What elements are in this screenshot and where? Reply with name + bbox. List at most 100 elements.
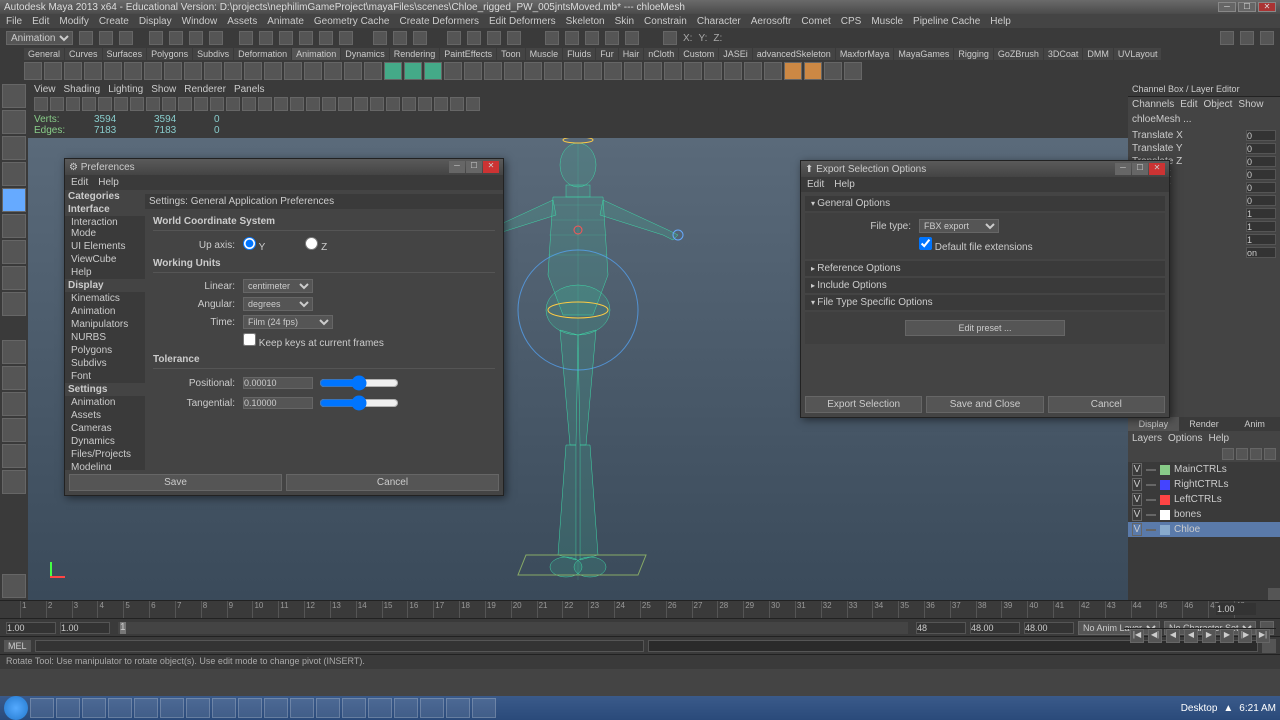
attr-value[interactable] [1246,130,1276,141]
prefs-save-button[interactable]: Save [69,474,282,491]
upaxis-y-radio[interactable]: Y [243,237,265,253]
taskbar-app-icon[interactable] [238,698,262,718]
shelf-icon[interactable] [444,62,462,80]
menu-modify[interactable]: Modify [59,16,88,27]
statusline-icon[interactable] [209,31,223,45]
general-options-section[interactable]: General Options [805,196,1165,211]
vp-icon[interactable] [466,97,480,111]
shelf-tab-polygons[interactable]: Polygons [147,48,192,60]
vp-menu-panels[interactable]: Panels [234,84,265,95]
go-start-button[interactable]: |◀ [1130,629,1144,643]
go-end-button[interactable]: ▶| [1256,629,1270,643]
shelf-tab-fur[interactable]: Fur [596,48,618,60]
range-start[interactable] [6,622,56,634]
prefs-cat-interaction-mode[interactable]: Interaction Mode [65,216,145,240]
vp-icon[interactable] [402,97,416,111]
prefs-cat-nurbs[interactable]: NURBS [65,331,145,344]
shelf-icon[interactable] [164,62,182,80]
taskbar-app-icon[interactable] [30,698,54,718]
vp-icon[interactable] [34,97,48,111]
shelf-tab-advancedskeleton[interactable]: advancedSkeleton [753,48,835,60]
shelf-icon[interactable] [604,62,622,80]
vp-icon[interactable] [98,97,112,111]
layer-row[interactable]: VRightCTRLs [1128,477,1280,492]
shelf-icon[interactable] [224,62,242,80]
layer-tab-display[interactable]: Display [1128,417,1179,431]
select-tool-icon[interactable] [2,84,26,108]
layer-menu-help[interactable]: Help [1208,433,1229,444]
shelf-icon[interactable] [484,62,502,80]
menu-pipeline-cache[interactable]: Pipeline Cache [913,16,980,27]
shelf-icon[interactable] [24,62,42,80]
move-tool-icon[interactable] [2,162,26,186]
vp-icon[interactable] [162,97,176,111]
close-button[interactable]: ✕ [1258,2,1276,12]
shelf-icon[interactable] [184,62,202,80]
prefs-cat-modeling[interactable]: Modeling [65,461,145,470]
shelf-tab-painteffects[interactable]: PaintEffects [440,48,496,60]
menu-constrain[interactable]: Constrain [644,16,687,27]
playback-start[interactable] [60,622,110,634]
vp-icon[interactable] [386,97,400,111]
vp-icon[interactable] [210,97,224,111]
prefs-cat-files-projects[interactable]: Files/Projects [65,448,145,461]
menu-edit-deformers[interactable]: Edit Deformers [489,16,556,27]
module-selector[interactable]: Animation [6,31,73,45]
sym-icon[interactable] [663,31,677,45]
step-back-button[interactable]: ◀| [1148,629,1162,643]
key-back-button[interactable]: ◀ [1166,629,1180,643]
tray-desktop[interactable]: Desktop [1181,703,1218,714]
select-mask-icon[interactable] [545,31,559,45]
menu-character[interactable]: Character [697,16,741,27]
shelf-icon[interactable] [104,62,122,80]
vp-icon[interactable] [370,97,384,111]
script-lang[interactable]: MEL [4,640,31,652]
statusline-icon[interactable] [99,31,113,45]
vp-icon[interactable] [258,97,272,111]
export-cancel-button[interactable]: Cancel [1048,396,1165,413]
vp-icon[interactable] [178,97,192,111]
prefs-cat-viewcube[interactable]: ViewCube [65,253,145,266]
time-select[interactable]: Film (24 fps) [243,315,333,329]
attr-value[interactable] [1246,156,1276,167]
shelf-icon[interactable] [564,62,582,80]
shelf-tab-general[interactable]: General [24,48,64,60]
shelf-icon[interactable] [124,62,142,80]
cb-menu-show[interactable]: Show [1238,99,1263,110]
vp-icon[interactable] [50,97,64,111]
snap-icon[interactable] [299,31,313,45]
tool-settings-icon[interactable] [2,574,26,598]
select-mask-icon[interactable] [605,31,619,45]
taskbar-app-icon[interactable] [82,698,106,718]
taskbar-app-icon[interactable] [212,698,236,718]
prefs-menu-help[interactable]: Help [98,177,119,188]
menu-cps[interactable]: CPS [841,16,862,27]
time-slider[interactable]: 1234567891011121314151617181920212223242… [0,600,1280,618]
select-mask-icon[interactable] [625,31,639,45]
shelf-icon[interactable] [464,62,482,80]
scale-tool-icon[interactable] [2,214,26,238]
shelf-icon[interactable] [324,62,342,80]
universal-manip-icon[interactable] [2,240,26,264]
layer-tab-render[interactable]: Render [1179,417,1230,431]
range-bar[interactable]: 1 [118,622,908,634]
taskbar-app-icon[interactable] [342,698,366,718]
layer-row[interactable]: VChloe [1128,522,1280,537]
shelf-icon[interactable] [704,62,722,80]
dialog-maximize-button[interactable]: ☐ [1132,163,1148,175]
dialog-maximize-button[interactable]: ☐ [466,161,482,173]
taskbar-app-icon[interactable] [394,698,418,718]
menu-create-deformers[interactable]: Create Deformers [400,16,479,27]
vp-menu-renderer[interactable]: Renderer [184,84,226,95]
layout-persp-outliner-icon[interactable] [2,418,26,442]
menu-skeleton[interactable]: Skeleton [566,16,605,27]
layer-tab-anim[interactable]: Anim [1229,417,1280,431]
include-options-section[interactable]: Include Options [805,278,1165,293]
filetype-options-section[interactable]: File Type Specific Options [805,295,1165,310]
shelf-icon[interactable] [824,62,842,80]
selected-node[interactable]: chloeMesh ... [1128,112,1280,127]
tray-time[interactable]: 6:21 AM [1239,703,1276,714]
scrollbar[interactable] [1268,588,1280,600]
playback-end[interactable] [970,622,1020,634]
taskbar-app-icon[interactable] [186,698,210,718]
